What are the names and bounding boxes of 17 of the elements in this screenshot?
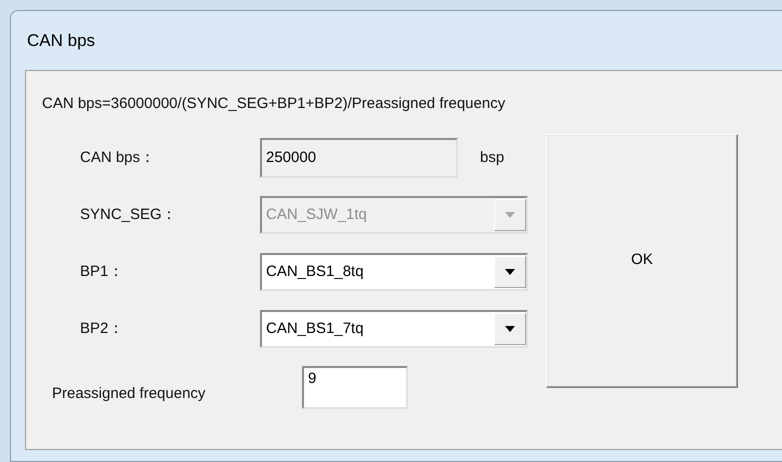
window-title: CAN bps xyxy=(27,30,96,52)
unit-label: bsp xyxy=(480,148,504,168)
field-label: BP2： xyxy=(79,318,124,339)
dropdown-button[interactable] xyxy=(494,313,526,345)
frequency-field[interactable]: 9 xyxy=(302,366,408,409)
combo-box[interactable]: CAN_BS1_8tq xyxy=(260,253,528,291)
caret-icon xyxy=(505,212,515,218)
caret-icon xyxy=(505,269,515,275)
formula-text: CAN bps=36000000/(SYNC_SEG+BP1+BP2)/Preassigned frequency xyxy=(41,94,506,114)
field-label: CAN bps： xyxy=(79,148,156,168)
frequency-label: Preassigned frequency xyxy=(51,384,206,404)
field-label: BP1： xyxy=(79,262,124,282)
combo-box[interactable]: CAN_BS1_7tq xyxy=(260,310,528,348)
field-label: SYNC_SEG： xyxy=(79,204,178,225)
dropdown-button[interactable] xyxy=(494,256,526,288)
caret-icon xyxy=(505,326,515,332)
ok-button[interactable]: OK xyxy=(546,134,738,388)
